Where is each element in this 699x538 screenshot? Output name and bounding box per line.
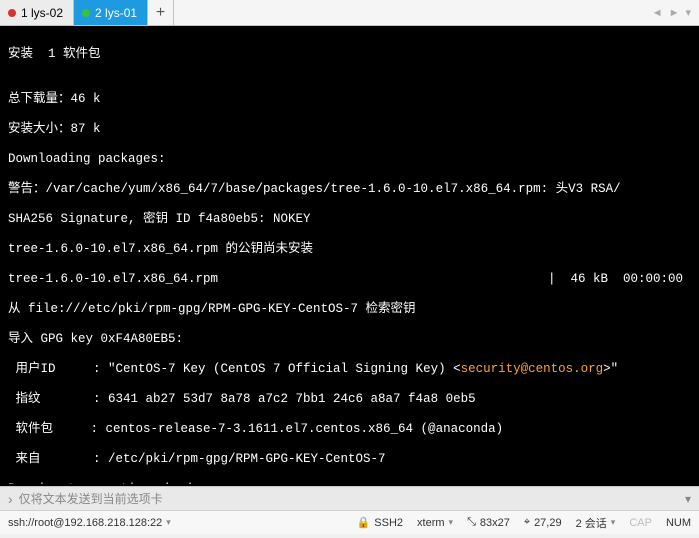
- send-input-bar: › 仅将文本发送到当前选项卡 ▾: [0, 486, 699, 510]
- status-cursor-pos: ⌖ 27,29: [524, 516, 562, 529]
- status-bar: ssh://root@192.168.218.128:22 🔒 SSH2 xte…: [0, 510, 699, 534]
- term-line: 从 file:///etc/pki/rpm-gpg/RPM-GPG-KEY-Ce…: [8, 302, 691, 317]
- terminal-output[interactable]: 安装 1 软件包 总下载量：46 k 安装大小：87 k Downloading…: [0, 26, 699, 486]
- term-line: 指纹 : 6341 ab27 53d7 8a78 a7c2 7bb1 24c6 …: [8, 392, 691, 407]
- resize-icon: ⤡: [467, 516, 476, 529]
- term-line: 总下载量：46 k: [8, 92, 691, 107]
- tab-lys-02[interactable]: 1 lys-02: [0, 0, 74, 25]
- add-tab-button[interactable]: +: [148, 0, 174, 25]
- term-line: 安装 1 软件包: [8, 47, 691, 62]
- tab-nav: ◄ ► ▾: [644, 0, 699, 25]
- tab-label: 2 lys-01: [95, 6, 137, 20]
- term-line: 来自 : /etc/pki/rpm-gpg/RPM-GPG-KEY-CentOS…: [8, 452, 691, 467]
- cursor-pos-icon: ⌖: [524, 516, 530, 529]
- term-line: SHA256 Signature, 密钥 ID f4a80eb5: NOKEY: [8, 212, 691, 227]
- term-line: 安装大小：87 k: [8, 122, 691, 137]
- term-line: Downloading packages:: [8, 152, 691, 167]
- tab-prev-button[interactable]: ◄: [650, 7, 665, 19]
- status-size: ⤡ 83x27: [467, 516, 510, 529]
- status-termtype[interactable]: xterm: [417, 517, 453, 529]
- tab-menu-button[interactable]: ▾: [683, 6, 693, 19]
- lock-icon: 🔒: [357, 516, 371, 529]
- status-protocol: 🔒 SSH2: [357, 516, 403, 529]
- tab-next-button[interactable]: ►: [667, 7, 682, 19]
- send-input-placeholder[interactable]: 仅将文本发送到当前选项卡: [19, 490, 163, 507]
- term-line: 警告：/var/cache/yum/x86_64/7/base/packages…: [8, 182, 691, 197]
- status-dot-icon: [82, 9, 90, 17]
- term-line: tree-1.6.0-10.el7.x86_64.rpm 的公钥尚未安装: [8, 242, 691, 257]
- plus-icon: +: [156, 4, 165, 22]
- dropdown-icon[interactable]: ▾: [685, 492, 691, 506]
- status-connection[interactable]: ssh://root@192.168.218.128:22: [8, 517, 171, 529]
- tab-bar: 1 lys-02 2 lys-01 + ◄ ► ▾: [0, 0, 699, 26]
- term-line: tree-1.6.0-10.el7.x86_64.rpm| 46 kB 00:0…: [8, 272, 691, 287]
- status-sessions[interactable]: 2 会话: [576, 515, 616, 531]
- term-line: 软件包 : centos-release-7-3.1611.el7.centos…: [8, 422, 691, 437]
- status-dot-icon: [8, 9, 16, 17]
- term-line: 导入 GPG key 0xF4A80EB5:: [8, 332, 691, 347]
- status-cap: CAP: [629, 517, 652, 529]
- status-num: NUM: [666, 517, 691, 529]
- term-line: 用户ID : "CentOS-7 Key (CentOS 7 Official …: [8, 362, 691, 377]
- tab-lys-01[interactable]: 2 lys-01: [74, 0, 148, 25]
- tab-label: 1 lys-02: [21, 6, 63, 20]
- chevron-right-icon: ›: [8, 491, 13, 507]
